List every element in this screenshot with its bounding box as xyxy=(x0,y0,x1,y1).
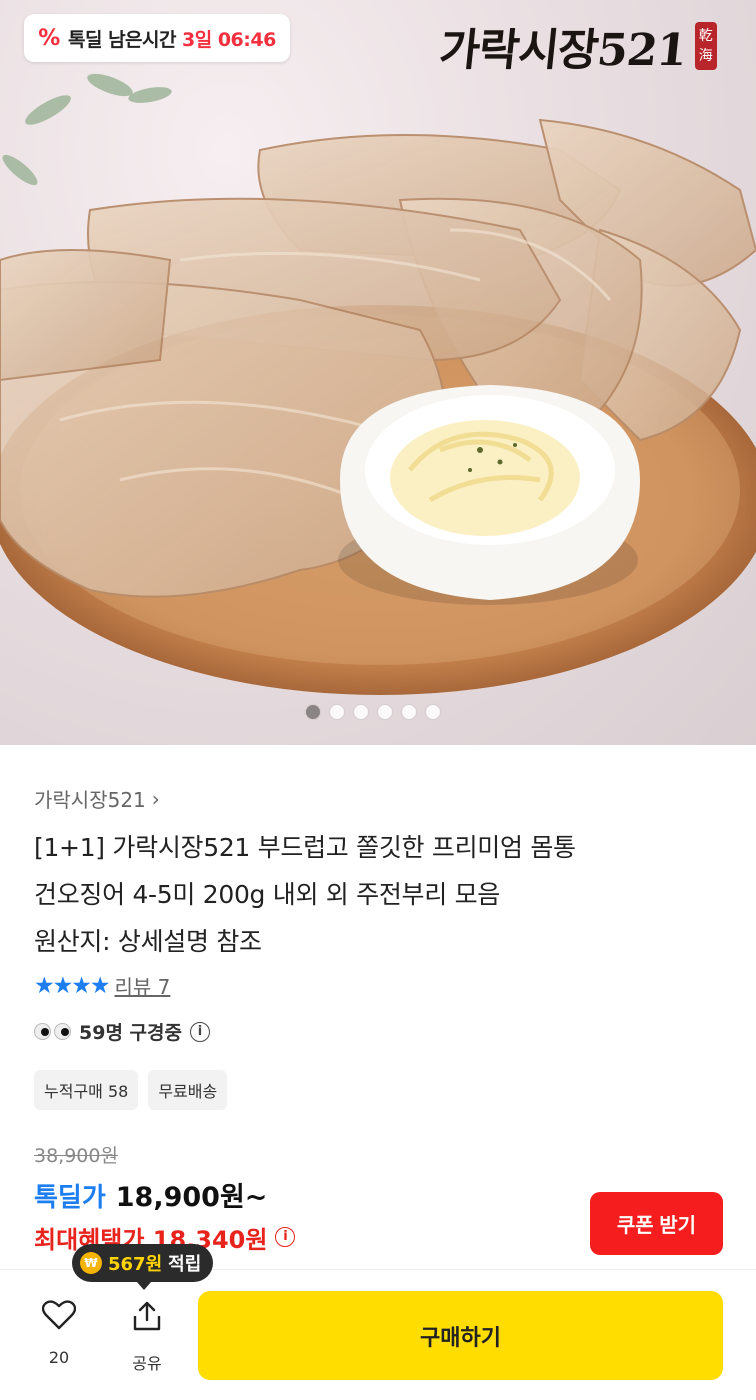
discount-percent-icon: % xyxy=(38,25,60,51)
brand-logo-text: 가락시장521 xyxy=(436,25,689,76)
points-label: 적립 xyxy=(168,1254,202,1275)
product-title-line: 건오징어 4-5미 200g 내외 외 주전부리 모음 xyxy=(34,880,501,909)
seller-store-link[interactable]: 가락시장521 › xyxy=(34,784,160,813)
viewers-text: 59명 구경중 xyxy=(79,1022,182,1044)
share-icon xyxy=(133,1301,161,1331)
share-button[interactable]: 공유 xyxy=(117,1300,177,1374)
talkdeal-timer-badge: % 톡딜 남은시간 3일 06:46 xyxy=(24,14,290,62)
carousel-dot[interactable] xyxy=(330,705,344,719)
original-price: 38,900원 xyxy=(34,1145,118,1167)
carousel-dot[interactable] xyxy=(426,705,440,719)
product-title-line: 원산지: 상세설명 참조 xyxy=(34,927,262,956)
carousel-dot[interactable] xyxy=(354,705,368,719)
heart-icon xyxy=(42,1300,76,1330)
carousel-pagination[interactable] xyxy=(306,705,440,719)
product-title-line: [1+1] 가락시장521 부드럽고 쫄깃한 프리미엄 몸통 xyxy=(34,833,576,862)
seller-name: 가락시장521 xyxy=(34,788,146,812)
timer-label: 톡딜 남은시간 xyxy=(68,28,177,51)
brand-logo: 가락시장521 乾海 xyxy=(436,14,717,78)
carousel-dot[interactable] xyxy=(402,705,416,719)
sale-label: 톡딜가 xyxy=(34,1183,106,1213)
rating-summary[interactable]: ★★★★ 리뷰 7 xyxy=(34,971,170,1000)
review-count-link[interactable]: 리뷰 7 xyxy=(114,971,170,1000)
info-icon[interactable]: i xyxy=(189,1021,210,1042)
product-tags: 누적구매 58 무료배송 xyxy=(34,1070,228,1110)
sale-price-row: 톡딜가 18,900원~ xyxy=(34,1175,267,1214)
brand-seal: 乾海 xyxy=(694,22,717,70)
info-icon[interactable]: i xyxy=(275,1227,296,1247)
carousel-dot[interactable] xyxy=(306,705,320,719)
timer-value: 3일 06:46 xyxy=(182,28,276,51)
product-photo xyxy=(0,73,756,695)
like-count: 20 xyxy=(48,1348,70,1367)
chevron-right-icon: › xyxy=(151,786,160,811)
points-amount: 567원 xyxy=(108,1254,163,1275)
star-rating-icon: ★★★★ xyxy=(34,972,110,999)
like-button[interactable]: 20 xyxy=(29,1300,89,1367)
eyes-icon xyxy=(34,1023,71,1040)
tag-free-shipping: 무료배송 xyxy=(148,1070,228,1110)
carousel-dot[interactable] xyxy=(378,705,392,719)
product-image-carousel[interactable]: % 톡딜 남은시간 3일 06:46 가락시장521 乾海 xyxy=(0,0,756,745)
viewers-count: 59명 구경중 i xyxy=(34,1018,210,1045)
points-tooltip: ₩ 567원 적립 xyxy=(72,1244,214,1290)
tag-purchase-count: 누적구매 58 xyxy=(34,1070,139,1110)
coin-icon: ₩ xyxy=(80,1252,102,1274)
share-label: 공유 xyxy=(132,1354,162,1373)
product-title: [1+1] 가락시장521 부드럽고 쫄깃한 프리미엄 몸통 건오징어 4-5미… xyxy=(34,824,724,965)
sale-price: 18,900원~ xyxy=(115,1182,268,1213)
get-coupon-button[interactable]: 쿠폰 받기 xyxy=(590,1192,723,1255)
buy-button[interactable]: 구매하기 xyxy=(198,1291,723,1380)
